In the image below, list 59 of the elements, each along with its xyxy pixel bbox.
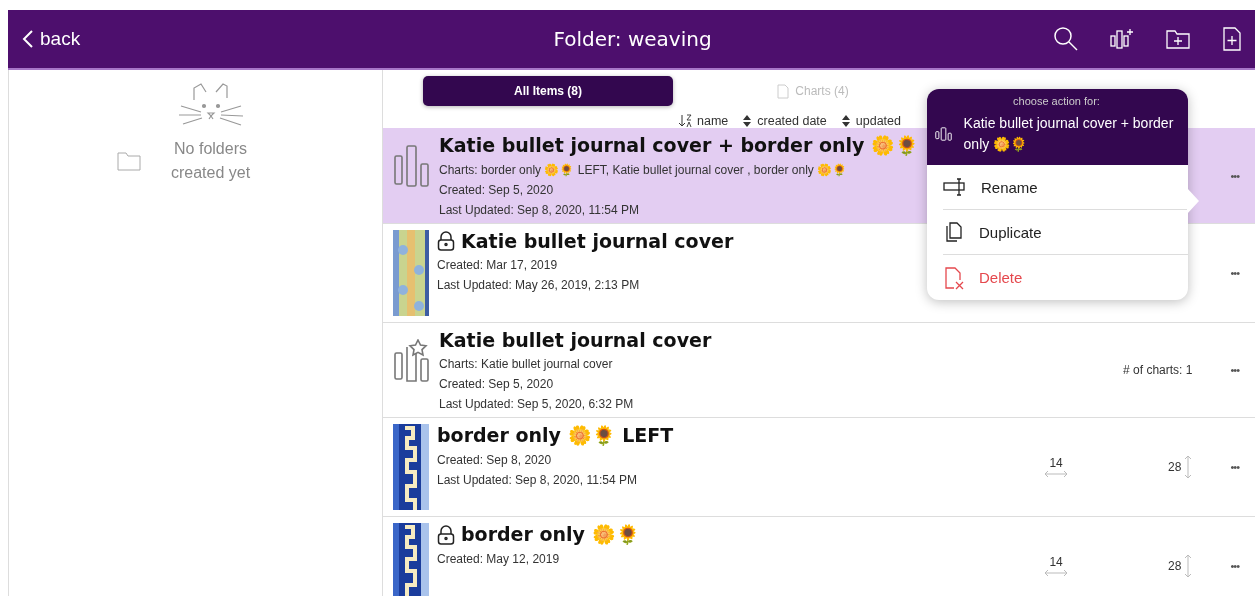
width-value: 14 [1049,456,1063,470]
project-icon [393,144,431,188]
starred-project-icon [393,339,431,383]
folder-title: Folder: weaving [553,27,712,51]
action-item[interactable]: Rename [943,165,1188,210]
height-value: 28 [1168,559,1182,573]
width-arrow-icon [1044,470,1069,478]
updated-date: Last Updated: Sep 8, 2020, 11:54 PM [439,203,639,217]
height-arrow-icon [1184,554,1193,578]
sort-option[interactable]: created date [742,114,827,128]
search-icon[interactable] [1053,26,1079,52]
created-date: Created: Sep 5, 2020 [439,183,554,197]
created-date: Created: Sep 8, 2020 [437,453,552,467]
rename-icon [943,178,967,196]
action-item[interactable]: Delete [943,255,1188,300]
back-button[interactable]: back [8,28,554,50]
item-title: Katie bullet journal cover [439,329,712,351]
updated-date: Last Updated: Sep 5, 2020, 6:32 PM [439,397,634,411]
item-title: Katie bullet journal cover + border only 🌼🌻 [439,134,919,157]
created-date: Created: Mar 17, 2019 [437,258,558,272]
sort-descending-icon [678,114,692,128]
width-arrow-icon [1044,569,1069,577]
item-title: border only 🌼🌻 LEFT [437,424,674,447]
height-value: 28 [1168,460,1182,474]
sort-icon [742,114,753,128]
charts-list: Charts: Katie bullet journal cover [439,357,613,371]
item-title: Katie bullet journal cover [461,230,734,252]
sort-icon [840,114,851,128]
height-arrow-icon [1184,455,1193,479]
action-item[interactable]: Duplicate [943,210,1188,255]
list-row[interactable]: border only 🌼🌻 Created: May 12, 2019 14 28 ••• [383,517,1255,596]
width-value: 14 [1049,555,1063,569]
list-row[interactable]: border only 🌼🌻 LEFT Created: Sep 8, 2020 Last Updated: Sep 8, 2020, 11:54 PM 14 28 ••• [383,418,1255,517]
sort-option[interactable]: updated [840,114,901,128]
more-button[interactable]: ••• [1222,560,1247,572]
charts-list: Charts: border only 🌼🌻 LEFT, Katie bullet journal cover , border only 🌼🌻 [439,163,848,177]
back-chevron-icon [22,29,34,49]
item-title: border only 🌼🌻 [461,523,640,546]
new-file-icon[interactable] [1221,26,1243,52]
created-date: Created: Sep 5, 2020 [439,377,554,391]
more-button[interactable]: ••• [1222,169,1247,182]
updated-date: Last Updated: May 26, 2019, 2:13 PM [437,278,640,292]
more-button[interactable]: ••• [1222,364,1247,376]
popover-heading: choose action for: [1012,95,1101,107]
filter-tab[interactable]: All Items (8) [423,76,673,106]
document-icon [777,83,790,99]
duplicate-icon [943,221,965,243]
more-button[interactable]: ••• [1222,267,1247,279]
empty-message: No folders created yet [169,139,252,183]
more-button[interactable]: ••• [1222,461,1247,473]
delete-file-icon [943,265,965,290]
created-date: Created: May 12, 2019 [437,552,560,566]
folder-icon [116,151,141,171]
updated-date: Last Updated: Sep 8, 2020, 11:54 PM [437,473,637,487]
sort-option[interactable]: name [678,114,729,128]
chart-count: # of charts: 1 [1123,363,1193,377]
list-row[interactable]: Katie bullet journal cover Charts: Katie bullet journal cover Created: Sep 5, 2020 Last Updated: Sep 5, 2020, 6:32 PM # of charts: 1 ••• [383,323,1255,418]
add-project-icon[interactable] [1109,26,1135,52]
project-icon [935,125,954,143]
